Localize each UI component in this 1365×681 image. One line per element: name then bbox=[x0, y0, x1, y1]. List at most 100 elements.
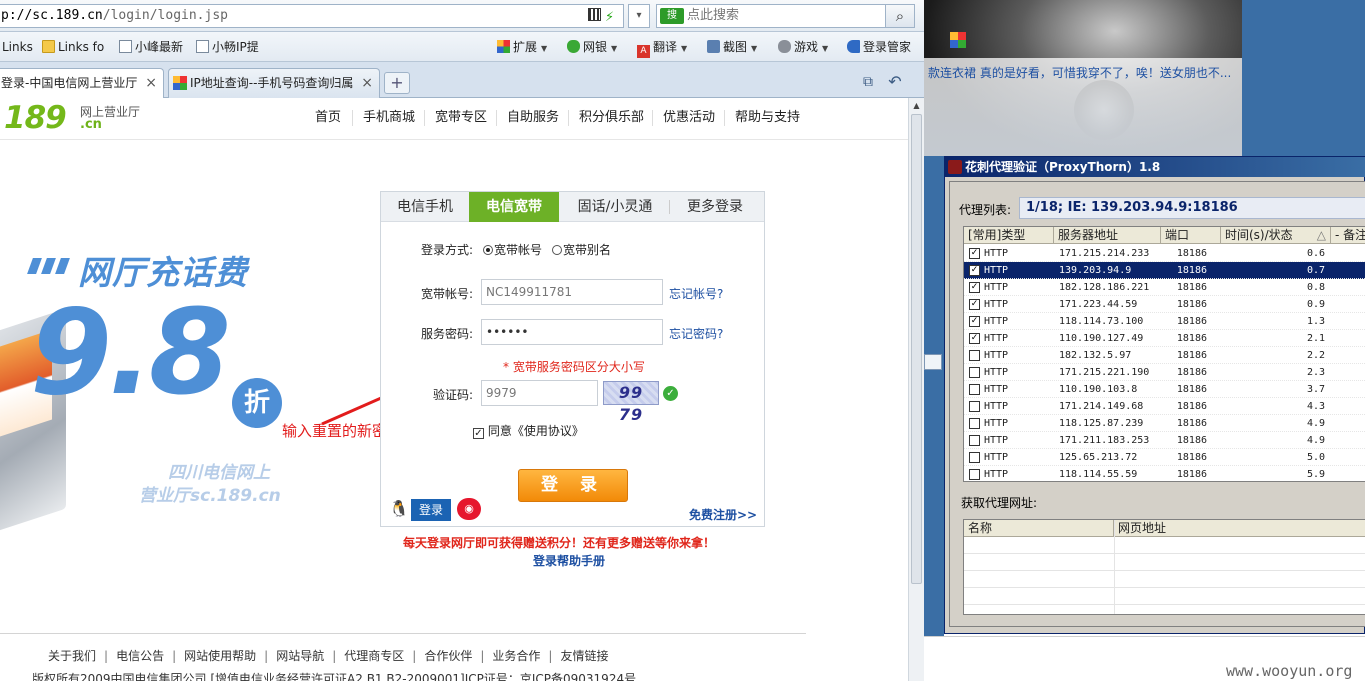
column-header-time[interactable]: 时间(s)/状态 △ bbox=[1221, 227, 1331, 244]
nav-self-service[interactable]: 自助服务 bbox=[507, 98, 559, 138]
table-row[interactable]: HTTP 171.214.149.68 18186 4.3 bbox=[964, 398, 1365, 415]
search-button[interactable]: ⌕ bbox=[885, 4, 915, 28]
table-row[interactable]: HTTP 118.125.87.239 18186 4.9 bbox=[964, 415, 1365, 432]
forgot-password-link[interactable]: 忘记密码? bbox=[669, 325, 723, 342]
site-logo[interactable]: 189 网上营业厅 .cn bbox=[4, 100, 154, 136]
table-row[interactable]: HTTP 182.132.5.97 18186 2.2 bbox=[964, 347, 1365, 364]
search-input[interactable]: 点此搜索 bbox=[656, 4, 886, 28]
password-field[interactable]: •••••• bbox=[481, 319, 663, 345]
nav-broadband[interactable]: 宽带专区 bbox=[435, 98, 487, 138]
captcha-image[interactable]: 99 79 bbox=[603, 381, 659, 424]
toolbar-games[interactable]: 游戏 ▼ bbox=[778, 39, 828, 55]
checkbox-checked-icon[interactable]: ✓ bbox=[969, 316, 980, 327]
table-row[interactable]: HTTP 118.114.55.59 18186 5.9 bbox=[964, 466, 1365, 481]
table-row[interactable]: ✓ HTTP 139.203.94.9 18186 0.7 bbox=[964, 262, 1365, 279]
checkbox-checked-icon[interactable]: ✓ bbox=[969, 282, 980, 293]
column-header-note[interactable]: - 备注 bbox=[1331, 227, 1365, 244]
checkbox-unchecked-icon[interactable] bbox=[969, 469, 980, 480]
login-submit-button[interactable]: 登 录 bbox=[518, 469, 628, 502]
checkbox-checked-icon[interactable]: ✓ bbox=[969, 333, 980, 344]
login-help-link[interactable]: 登录帮助手册 bbox=[533, 552, 605, 569]
tab-telecom-broadband[interactable]: 电信宽带 bbox=[469, 192, 559, 222]
table-row[interactable] bbox=[964, 537, 1365, 554]
table-row[interactable] bbox=[964, 588, 1365, 605]
table-row[interactable]: HTTP 125.65.213.72 18186 5.0 bbox=[964, 449, 1365, 466]
checkbox-unchecked-icon[interactable] bbox=[969, 367, 980, 378]
checkbox-checked-icon[interactable]: ✓ bbox=[969, 265, 980, 276]
new-tab-button[interactable]: + bbox=[384, 72, 410, 94]
footer-link-business[interactable]: 业务合作 bbox=[492, 649, 540, 663]
footer-link-friends[interactable]: 友情链接 bbox=[560, 649, 608, 663]
tab-telecom-mobile[interactable]: 电信手机 bbox=[381, 192, 469, 222]
table-row[interactable]: ✓ HTTP 182.128.186.221 18186 0.8 bbox=[964, 279, 1365, 296]
footer-link-help[interactable]: 网站使用帮助 bbox=[184, 649, 256, 663]
url-field[interactable]: p://sc.189.cn/login/login.jsp bbox=[0, 4, 624, 28]
footer-link-partners[interactable]: 合作伙伴 bbox=[424, 649, 472, 663]
column-header-url[interactable]: 网页地址 bbox=[1114, 520, 1365, 537]
tab-landline[interactable]: 固话/小灵通 bbox=[561, 192, 669, 222]
toolbar-ebank[interactable]: 网银 ▼ bbox=[567, 39, 617, 55]
apps-icon[interactable] bbox=[950, 32, 966, 48]
radio-broadband-account[interactable]: 宽带帐号 bbox=[483, 241, 542, 258]
nav-help[interactable]: 帮助与支持 bbox=[735, 98, 800, 138]
window-restore-icon[interactable]: ⧉ bbox=[858, 72, 878, 92]
checkbox-unchecked-icon[interactable] bbox=[969, 452, 980, 463]
table-row[interactable] bbox=[964, 554, 1365, 571]
checkbox-unchecked-icon[interactable] bbox=[969, 435, 980, 446]
speed-mode-icon[interactable]: ⚡ bbox=[605, 10, 614, 25]
checkbox-unchecked-icon[interactable] bbox=[969, 350, 980, 361]
tab-more-login[interactable]: 更多登录 bbox=[671, 192, 759, 222]
url-history-dropdown[interactable]: ▾ bbox=[628, 4, 650, 28]
table-row[interactable]: HTTP 171.215.221.190 18186 2.3 bbox=[964, 364, 1365, 381]
favorite-xiaofeng[interactable]: 小峰最新 bbox=[119, 39, 183, 55]
footer-link-agents[interactable]: 代理商专区 bbox=[344, 649, 404, 663]
tab-login[interactable]: 登录-中国电信网上营业厅 × bbox=[0, 68, 164, 98]
weibo-post-text[interactable]: 款连衣裙 真的是好看，可惜我穿不了，唉！送女朋也不... bbox=[928, 64, 1242, 81]
nav-promotions[interactable]: 优惠活动 bbox=[663, 98, 715, 138]
toolbar-translate[interactable]: A 翻译 ▼ bbox=[637, 39, 687, 58]
footer-link-notice[interactable]: 电信公告 bbox=[116, 649, 164, 663]
qq-login-button[interactable]: 登录 bbox=[411, 499, 451, 521]
window-edge-icon[interactable] bbox=[924, 354, 942, 370]
captcha-field[interactable]: 9979 bbox=[481, 380, 598, 406]
checkbox-unchecked-icon[interactable] bbox=[969, 384, 980, 395]
checkbox-checked-icon[interactable]: ✓ bbox=[969, 248, 980, 259]
table-row[interactable]: ✓ HTTP 171.215.214.233 18186 0.6 bbox=[964, 245, 1365, 262]
toolbar-login-manager[interactable]: 登录管家 bbox=[847, 39, 911, 55]
toolbar-screenshot[interactable]: 截图 ▼ bbox=[707, 39, 757, 55]
favorite-links[interactable]: Links bbox=[2, 39, 33, 55]
radio-broadband-alias[interactable]: 宽带别名 bbox=[552, 241, 611, 258]
checkbox-unchecked-icon[interactable] bbox=[969, 418, 980, 429]
scroll-thumb[interactable] bbox=[911, 114, 922, 584]
column-header-address[interactable]: 服务器地址 bbox=[1054, 227, 1161, 244]
close-icon[interactable]: × bbox=[145, 69, 157, 97]
checkbox-unchecked-icon[interactable] bbox=[969, 401, 980, 412]
agree-terms-checkbox[interactable]: ✓ 同意《使用协议》 bbox=[473, 422, 584, 439]
proxythorn-titlebar[interactable]: 花刺代理验证（ProxyThorn）1.8 bbox=[945, 157, 1365, 177]
table-row[interactable]: ✓ HTTP 118.114.73.100 18186 1.3 bbox=[964, 313, 1365, 330]
checkbox-checked-icon[interactable]: ✓ bbox=[969, 299, 980, 310]
scroll-up-arrow-icon[interactable]: ▲ bbox=[909, 98, 924, 113]
table-row[interactable]: HTTP 171.211.183.253 18186 4.9 bbox=[964, 432, 1365, 449]
forgot-account-link[interactable]: 忘记帐号? bbox=[669, 285, 723, 302]
table-row[interactable] bbox=[964, 571, 1365, 588]
qq-icon[interactable]: 🐧 bbox=[388, 498, 410, 520]
nav-points-club[interactable]: 积分俱乐部 bbox=[579, 98, 644, 138]
nav-home[interactable]: 首页 bbox=[315, 98, 341, 138]
favorite-links-folder[interactable]: Links fo bbox=[42, 39, 104, 55]
page-scrollbar[interactable]: ▲ bbox=[908, 98, 924, 681]
table-row[interactable]: ✓ HTTP 110.190.127.49 18186 2.1 bbox=[964, 330, 1365, 347]
favorite-ip-tool[interactable]: 小畅IP提 bbox=[196, 39, 259, 55]
qr-code-icon[interactable] bbox=[588, 8, 601, 21]
table-row[interactable]: ✓ HTTP 171.223.44.59 18186 0.9 bbox=[964, 296, 1365, 313]
footer-link-about[interactable]: 关于我们 bbox=[48, 649, 96, 663]
weibo-icon[interactable]: ◉ bbox=[457, 498, 481, 520]
account-field[interactable]: NC149911781 bbox=[481, 279, 663, 305]
column-header-port[interactable]: 端口 bbox=[1161, 227, 1221, 244]
tab-ip-lookup[interactable]: IP地址查询--手机号码查询归属 × bbox=[168, 68, 380, 98]
nav-mobile-mall[interactable]: 手机商城 bbox=[363, 98, 415, 138]
column-header-name[interactable]: 名称 bbox=[964, 520, 1114, 537]
table-row[interactable]: HTTP 110.190.103.8 18186 3.7 bbox=[964, 381, 1365, 398]
toolbar-extensions[interactable]: 扩展 ▼ bbox=[497, 39, 547, 55]
free-register-link[interactable]: 免费注册>> bbox=[689, 506, 757, 523]
